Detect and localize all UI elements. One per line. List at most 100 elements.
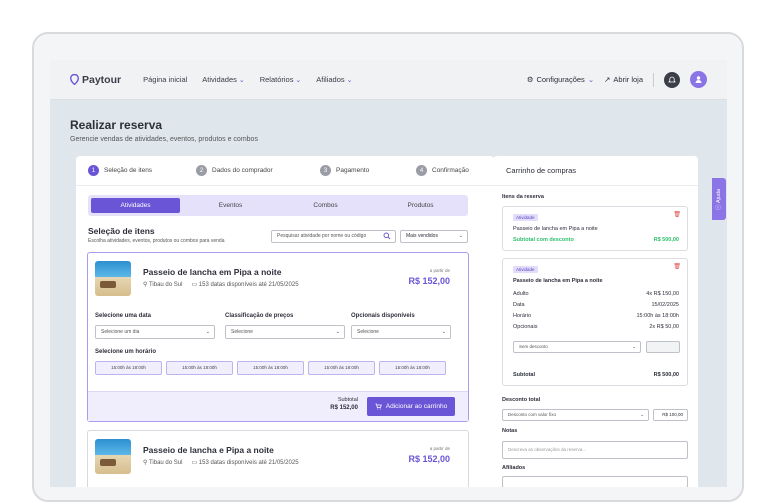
help-tab[interactable]: ⓘ Ajuda: [712, 178, 726, 220]
detail-row: Data 15/02/2025: [513, 302, 679, 308]
chevron-down-icon: ⌄: [441, 329, 446, 335]
affiliates-field[interactable]: [502, 476, 688, 487]
price-prefix: a partir de: [429, 446, 450, 451]
step-number: 4: [416, 165, 427, 176]
search-icon: [383, 232, 391, 240]
top-navbar: Paytour Página inicial Atividades Relató…: [50, 60, 727, 100]
tab-activities[interactable]: Atividades: [91, 198, 180, 213]
subtotal-value: R$ 500,00: [653, 372, 679, 378]
cart-panel: Carrinho de compras Itens da reserva Ati…: [493, 156, 698, 487]
cart-title: Carrinho de compras: [493, 156, 698, 186]
cart-item-title: Passeio de lancha em Pipa a noite: [513, 226, 598, 232]
page-subtitle: Gerencie vendas de atividades, eventos, …: [70, 136, 258, 143]
bell-icon: [668, 76, 676, 82]
availability: ▭ 153 datas disponíveis até 21/05/2025: [191, 459, 298, 466]
hour-option[interactable]: 15:00h às 18:00h: [166, 361, 233, 375]
tab-combos[interactable]: Combos: [281, 198, 370, 213]
cart-item: Atividade 🗑 Passeio de lancha em Pipa a …: [502, 206, 688, 251]
chevron-down-icon: ⌄: [205, 329, 210, 335]
sort-select[interactable]: Mais vendidos ⌄: [400, 230, 468, 243]
cart-item: Atividade 🗑 Passeio de lancha em Pipa a …: [502, 258, 688, 386]
discount-input[interactable]: [646, 341, 680, 353]
step-number: 2: [196, 165, 207, 176]
add-to-cart-label: Adicionar ao carrinho: [385, 403, 448, 410]
calendar-icon: ▭: [191, 282, 198, 288]
cart-icon: [375, 403, 382, 410]
tab-products[interactable]: Produtos: [376, 198, 465, 213]
activity-card: Passeio de lancha e Pipa a noite ⚲ Tibau…: [87, 430, 469, 487]
chevron-down-icon: ⌄: [640, 412, 644, 417]
section-title: Seleção de itens: [88, 226, 155, 236]
nav-item-reports[interactable]: Relatórios: [260, 75, 302, 84]
date-label: Selecione uma data: [95, 313, 152, 319]
booking-panel: 1 Seleção de itens 2 Dados do comprador 3P…: [76, 156, 494, 487]
activity-price: R$ 152,00: [408, 276, 450, 286]
optionals-select[interactable]: Selecione ⌄: [351, 325, 451, 339]
item-type-tabs: Atividades Eventos Combos Produtos: [88, 195, 468, 216]
notifications-button[interactable]: [664, 71, 680, 88]
subtotal-label: Subtotal: [337, 397, 358, 403]
external-link-icon: ↗: [604, 75, 611, 84]
open-store-link[interactable]: ↗ Abrir loja: [604, 75, 643, 84]
detail-value: 2x R$ 50,00: [649, 324, 679, 330]
settings-menu[interactable]: ⚙ Configurações ⌄: [527, 75, 594, 84]
add-to-cart-button[interactable]: Adicionar ao carrinho: [367, 397, 455, 416]
location-text: Tibau do Sul: [148, 282, 183, 288]
cart-item-subtotal: Subtotal R$ 500,00: [513, 372, 679, 378]
notes-field[interactable]: Descreva as observações da reserva...: [502, 441, 688, 459]
optionals-value: Selecione: [357, 329, 379, 335]
price-class-value: Selecione: [231, 329, 253, 335]
step-confirmation[interactable]: 4 Confirmação: [416, 165, 469, 176]
nav-item-home[interactable]: Página inicial: [143, 75, 187, 84]
location-pin-icon: [70, 74, 79, 85]
total-discount-label: Desconto total: [502, 397, 541, 403]
detail-key: Adulto: [513, 291, 529, 297]
step-payment[interactable]: 3 Pagamento: [320, 165, 369, 176]
hour-option[interactable]: 15:00h às 18:00h: [308, 361, 375, 375]
user-avatar[interactable]: [690, 71, 707, 88]
date-select[interactable]: Selecione um dia ⌄: [95, 325, 215, 339]
subtotal-value: R$ 152,00: [330, 405, 358, 411]
availability: ▭ 153 datas disponíveis até 21/05/2025: [191, 281, 298, 288]
tab-events[interactable]: Eventos: [186, 198, 275, 213]
detail-value: 4x R$ 150,00: [646, 291, 679, 297]
cart-item-subtotal: Subtotal com desconto R$ 500,00: [513, 237, 679, 243]
nav-item-activities[interactable]: Atividades: [202, 75, 244, 84]
detail-key: Opcionais: [513, 324, 538, 330]
trash-icon[interactable]: 🗑: [673, 263, 681, 270]
total-discount-select[interactable]: Desconto com valor fixo ⌄: [502, 409, 649, 421]
item-type-badge: Atividade: [513, 214, 538, 221]
hour-option[interactable]: 15:00h às 18:00h: [95, 361, 162, 375]
trash-icon[interactable]: 🗑: [673, 211, 681, 218]
detail-key: Data: [513, 302, 525, 308]
step-label: Confirmação: [432, 167, 469, 174]
discount-select[interactable]: Sem desconto ⌄: [513, 341, 641, 353]
detail-value: 15/02/2025: [651, 302, 679, 308]
nav-item-affiliates[interactable]: Afiliados: [316, 75, 352, 84]
step-number: 3: [320, 165, 331, 176]
notes-label: Notas: [502, 428, 518, 434]
step-selection[interactable]: 1 Seleção de itens: [88, 165, 152, 176]
settings-label: Configurações: [536, 75, 585, 84]
search-input[interactable]: Pesquisar atividade por nome ou código: [271, 230, 396, 243]
activity-price: R$ 152,00: [408, 454, 450, 464]
hour-option[interactable]: 15:00h às 18:00h: [237, 361, 304, 375]
location: ⚲ Tibau do Sul: [143, 459, 182, 466]
step-number: 1: [88, 165, 99, 176]
item-type-badge: Atividade: [513, 266, 538, 273]
calendar-icon: ▭: [191, 460, 198, 466]
cart-items-label: Itens da reserva: [502, 194, 544, 200]
cart-item-title: Passeio de lancha em Pipa a noite: [513, 278, 603, 284]
location-text: Tibau do Sul: [148, 460, 183, 466]
hour-option[interactable]: 15:00h às 18:00h: [379, 361, 446, 375]
chevron-down-icon: ⌄: [587, 75, 595, 84]
hour-label: Selecione um horário: [95, 349, 157, 355]
help-label: Ajuda: [716, 188, 722, 203]
price-class-select[interactable]: Selecione ⌄: [225, 325, 345, 339]
subtotal-label: Subtotal com desconto: [513, 237, 574, 243]
brand-logo[interactable]: Paytour: [70, 74, 121, 86]
page-title: Realizar reserva: [70, 118, 163, 132]
total-discount-input[interactable]: R$ 100,00: [653, 409, 688, 421]
price-prefix: a partir de: [429, 268, 450, 273]
step-buyer[interactable]: 2 Dados do comprador: [196, 165, 273, 176]
